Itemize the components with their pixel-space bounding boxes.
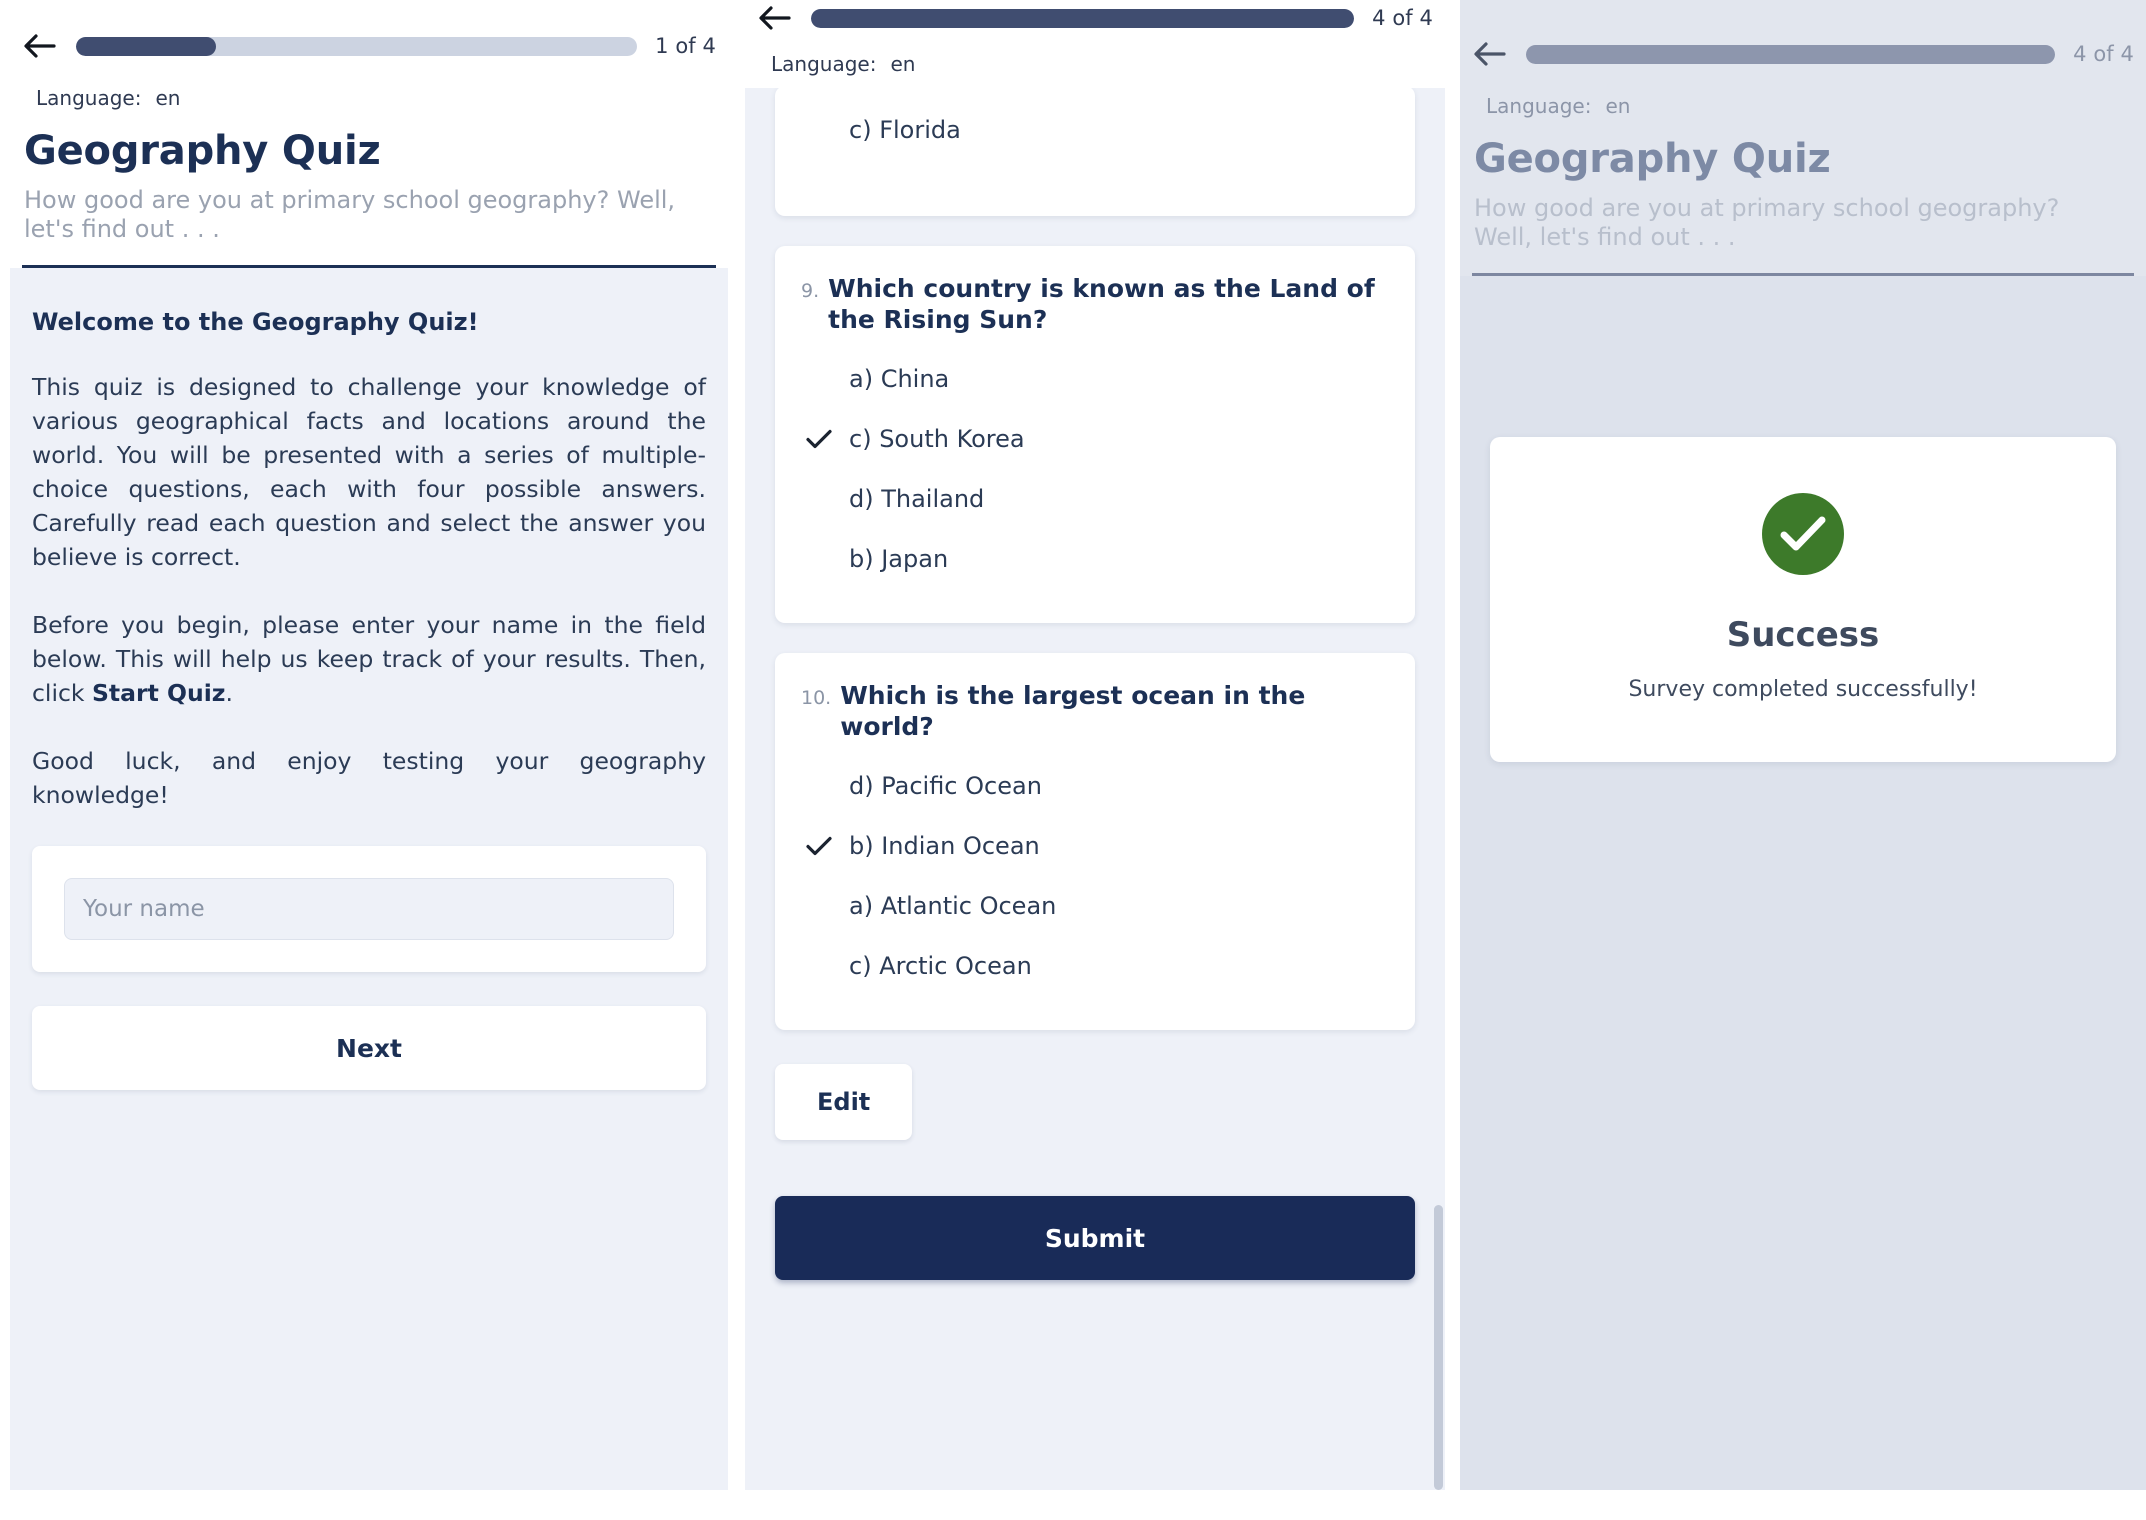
check-placeholder: [805, 952, 833, 980]
language-row: Language: en: [757, 52, 1433, 76]
question-text: Which is the largest ocean in the world?: [840, 681, 1306, 741]
answer-row[interactable]: a) China: [801, 349, 1389, 409]
question-heading: 9. Which country is known as the Land of…: [801, 274, 1389, 335]
page-title: Geography Quiz: [1474, 136, 1831, 182]
back-arrow-icon[interactable]: [22, 28, 58, 64]
answer-label: c) Arctic Ocean: [849, 952, 1032, 980]
review-scroll-area[interactable]: c) Florida 9. Which country is known as …: [745, 0, 1445, 1490]
welcome-heading: Welcome to the Geography Quiz!: [32, 307, 479, 336]
progress-bar-track: [811, 8, 1355, 28]
question-heading: 10. Which is the largest ocean in the wo…: [801, 681, 1389, 742]
edit-button[interactable]: Edit: [775, 1064, 913, 1140]
language-value[interactable]: en: [890, 52, 915, 76]
page-description: How good are you at primary school geogr…: [24, 186, 676, 244]
answer-row-selected[interactable]: b) Indian Ocean: [801, 816, 1389, 876]
welcome-paragraph-1: This quiz is designed to challenge your …: [32, 372, 706, 571]
check-placeholder: [805, 485, 833, 513]
back-arrow-icon[interactable]: [1472, 36, 1508, 72]
welcome-paragraph-2-tail: .: [225, 679, 233, 708]
survey-header: 4 of 4 Language: en Geography Quiz How g…: [1460, 0, 2146, 276]
progress-topbar: 4 of 4: [757, 0, 1433, 38]
name-input[interactable]: [64, 878, 674, 941]
answer-label: d) Thailand: [849, 485, 985, 513]
back-arrow-icon[interactable]: [757, 0, 793, 36]
name-input-card: [32, 846, 706, 973]
survey-header: 4 of 4 Language: en: [745, 0, 1445, 88]
page-description: How good are you at primary school geogr…: [1474, 194, 2060, 252]
language-row: Language: en: [1472, 94, 2134, 118]
check-placeholder: [805, 545, 833, 573]
progress-step-count: 4 of 4: [1372, 6, 1433, 30]
progress-topbar: 1 of 4: [22, 26, 716, 66]
checkmark-icon: [805, 425, 833, 453]
page-title: Geography Quiz: [24, 128, 381, 174]
check-placeholder: [805, 892, 833, 920]
panel-welcome-screen: 1 of 4 Language: en Geography Quiz How g…: [10, 0, 728, 1490]
question-number: 10.: [801, 687, 832, 709]
language-label: Language:: [36, 86, 142, 110]
start-quiz-emphasis: Start Quiz: [91, 679, 226, 708]
check-placeholder: [805, 772, 833, 800]
panel-success-screen: 4 of 4 Language: en Geography Quiz How g…: [1460, 0, 2146, 1490]
progress-bar-track: [76, 36, 638, 56]
answer-row[interactable]: b) Japan: [801, 529, 1389, 589]
success-body: Success Survey completed successfully!: [1460, 275, 2146, 1466]
language-row: Language: en: [22, 86, 716, 110]
progress-step-count: 1 of 4: [655, 34, 716, 58]
check-placeholder: [805, 365, 833, 393]
language-label: Language:: [1486, 94, 1592, 118]
answer-label: d) Pacific Ocean: [849, 772, 1042, 800]
survey-header: 1 of 4 Language: en Geography Quiz How g…: [10, 0, 728, 268]
check-placeholder: [805, 116, 833, 144]
next-button[interactable]: Next: [32, 1006, 706, 1091]
success-card: Success Survey completed successfully!: [1490, 436, 2116, 762]
answer-row[interactable]: a) Atlantic Ocean: [801, 876, 1389, 936]
answer-label: a) Atlantic Ocean: [849, 892, 1057, 920]
progress-bar-track: [1526, 44, 2056, 64]
welcome-paragraph-2: Before you begin, please enter your name…: [32, 608, 706, 710]
answer-label: c) South Korea: [849, 425, 1025, 453]
success-check-circle-icon: [1762, 492, 1844, 575]
question-card: 10. Which is the largest ocean in the wo…: [775, 653, 1415, 1030]
question-text: Which country is known as the Land of th…: [828, 274, 1375, 334]
progress-step-count: 4 of 4: [2073, 42, 2134, 66]
answer-row[interactable]: c) Florida: [801, 100, 1389, 160]
language-label: Language:: [771, 52, 877, 76]
success-title: Success: [1726, 614, 1880, 655]
answer-label: b) Japan: [849, 545, 949, 573]
screenshot-stage: 1 of 4 Language: en Geography Quiz How g…: [0, 0, 2146, 1520]
progress-bar-fill: [76, 36, 217, 56]
answer-row-selected[interactable]: c) South Korea: [801, 409, 1389, 469]
vertical-scrollbar[interactable]: [1434, 1205, 1443, 1490]
welcome-paragraph-3: Good luck, and enjoy testing your geogra…: [32, 747, 706, 810]
panel-review-screen: c) Florida 9. Which country is known as …: [745, 0, 1445, 1490]
language-value[interactable]: en: [1605, 94, 1630, 118]
answer-label: c) Florida: [849, 116, 961, 144]
welcome-body: Welcome to the Geography Quiz! This quiz…: [10, 267, 728, 1413]
question-card-clipped: c) Florida: [775, 86, 1415, 216]
progress-topbar: 4 of 4: [1472, 34, 2134, 74]
success-message: Survey completed successfully!: [1628, 676, 1978, 702]
answer-row[interactable]: d) Pacific Ocean: [801, 756, 1389, 816]
question-card: 9. Which country is known as the Land of…: [775, 246, 1415, 623]
submit-button[interactable]: Submit: [775, 1196, 1415, 1280]
answer-row[interactable]: c) Arctic Ocean: [801, 936, 1389, 996]
question-number: 9.: [801, 280, 820, 302]
answer-label: a) China: [849, 365, 950, 393]
progress-bar-fill: [811, 8, 1355, 28]
checkmark-icon: [805, 832, 833, 860]
language-value[interactable]: en: [155, 86, 180, 110]
progress-bar-fill: [1526, 44, 2056, 64]
answer-label: b) Indian Ocean: [849, 832, 1040, 860]
answer-row[interactable]: d) Thailand: [801, 469, 1389, 529]
